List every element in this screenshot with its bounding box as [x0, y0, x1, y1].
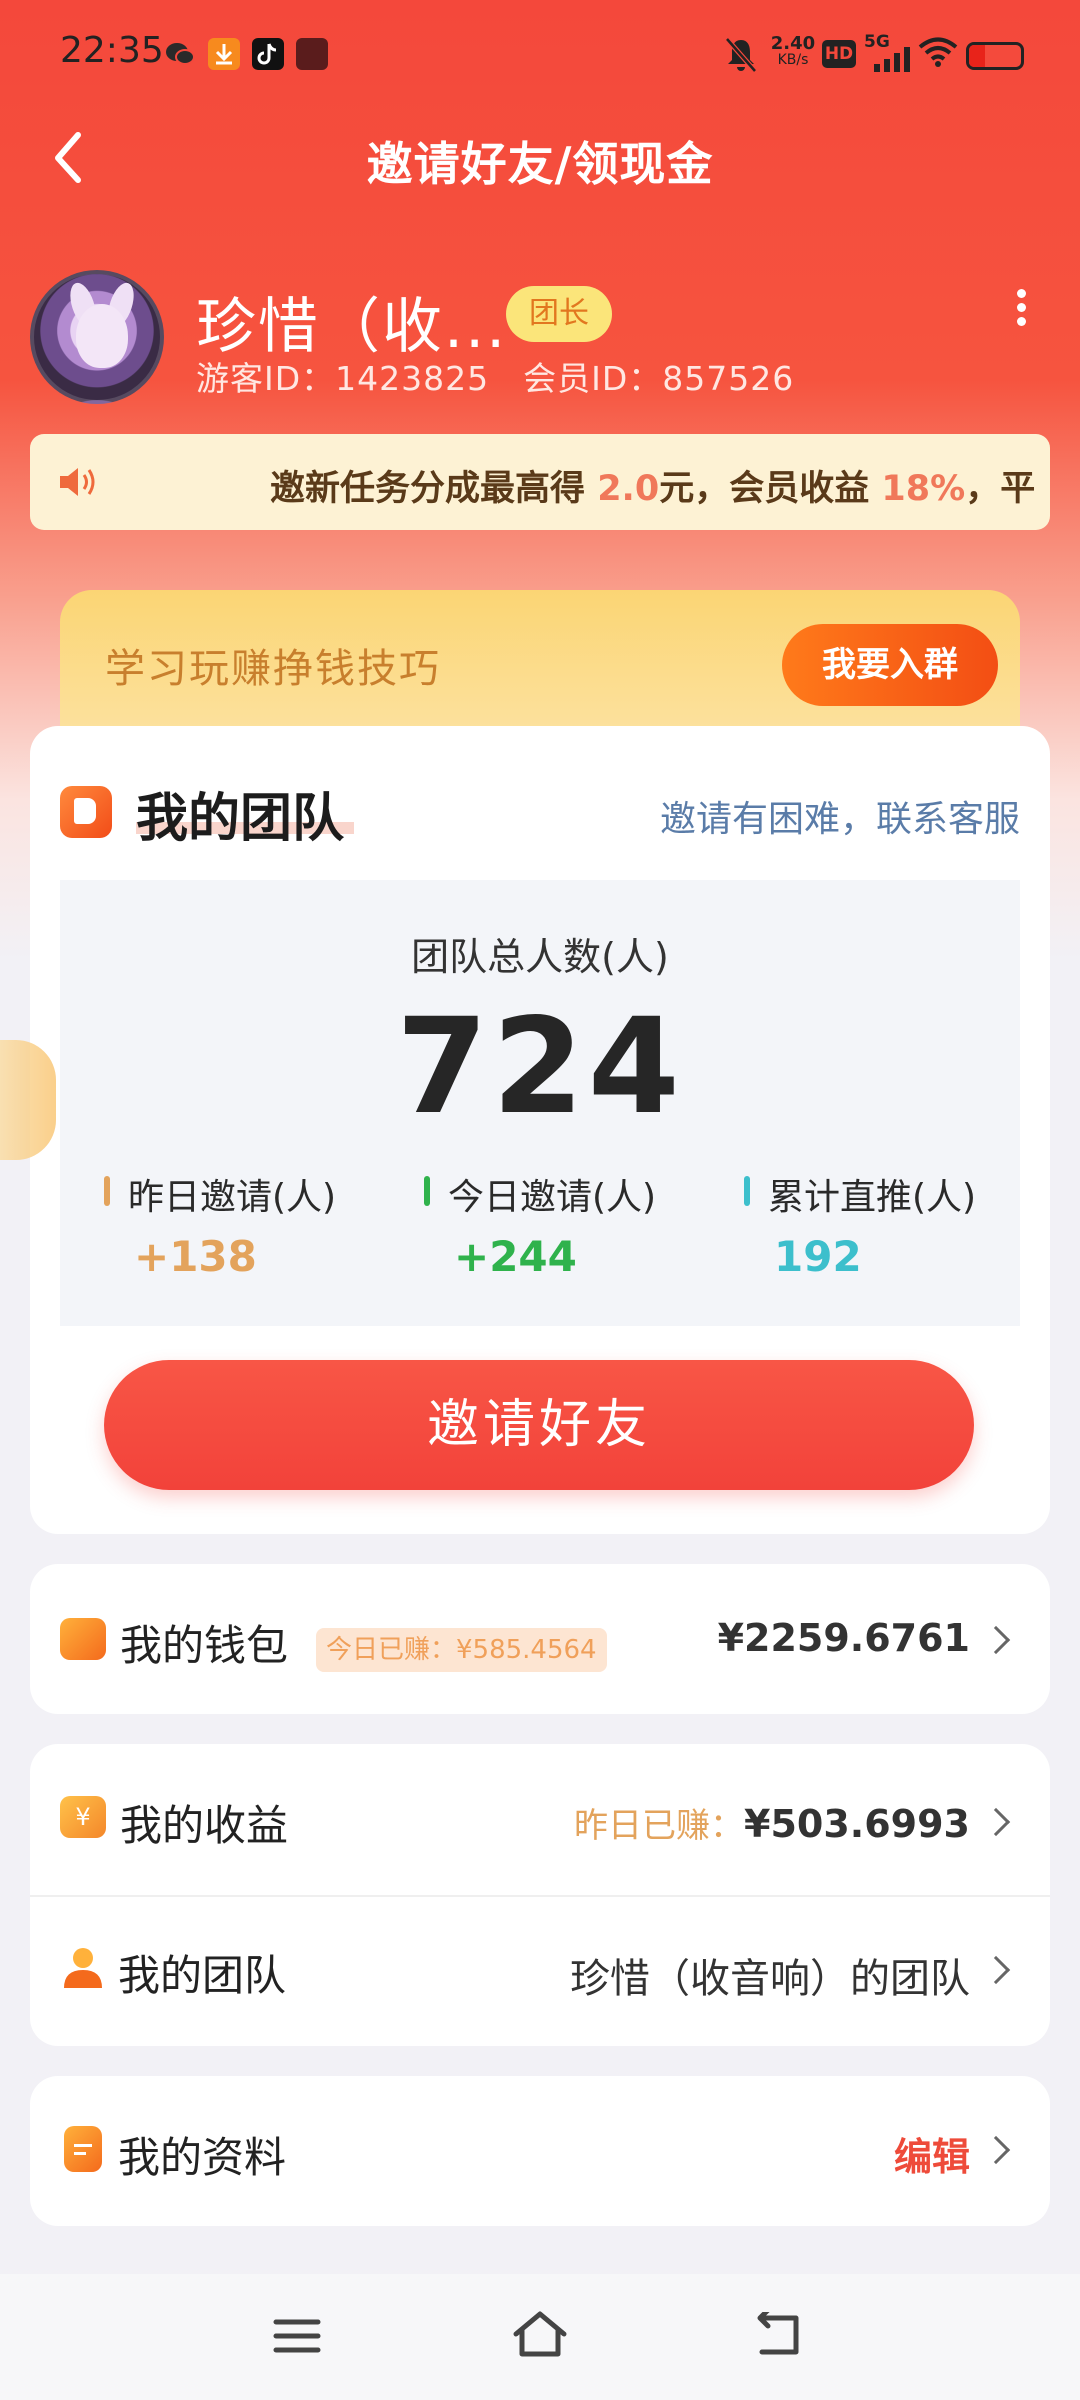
- status-bar: 22:35 2.40 KB/s HD 5G: [0, 0, 1080, 110]
- edit-profile-link[interactable]: 编辑: [780, 2126, 970, 2181]
- earnings-label: 我的收益: [120, 1801, 289, 1850]
- profile-label: 我的资料: [118, 2133, 287, 2182]
- stat-label-today: 今日邀请(人): [448, 1177, 657, 1218]
- back-icon[interactable]: [752, 2307, 804, 2364]
- contact-support-link[interactable]: 邀请有困难，联系客服: [660, 790, 1020, 842]
- learn-banner-text: 学习玩赚挣钱技巧: [105, 646, 441, 692]
- notice-text-b: 元，会员收益: [659, 469, 870, 509]
- avatar[interactable]: [30, 270, 164, 404]
- earnings-prefix: 昨日已赚：: [574, 1806, 745, 1846]
- menu-icon[interactable]: [272, 2316, 322, 2360]
- notice-text-c: ，平: [965, 469, 1036, 509]
- join-group-button[interactable]: 我要入群: [782, 624, 998, 706]
- wallet-label: 我的钱包: [120, 1621, 289, 1670]
- battery-icon: [966, 42, 1024, 70]
- user-ids: 游客ID：1423825 会员ID：857526: [196, 352, 828, 400]
- member-id: 会员ID：857526: [523, 359, 795, 398]
- download-icon: [208, 38, 240, 70]
- stat-bar-yesterday: [104, 1176, 110, 1206]
- stat-value-yesterday: +138: [134, 1232, 257, 1281]
- net-speed-value: 2.40: [770, 33, 816, 54]
- system-nav-bar: [0, 2274, 1080, 2400]
- stat-value-today: +244: [454, 1232, 577, 1281]
- role-badge: 团长: [506, 286, 612, 342]
- profile-doc-icon: [64, 2126, 102, 2172]
- earnings-amount: ¥503.6993: [744, 1802, 970, 1846]
- wifi-icon: [918, 36, 958, 72]
- wechat-icon: [164, 38, 196, 70]
- wallet-icon: [60, 1618, 106, 1660]
- team-person-icon: [60, 1944, 106, 1988]
- home-icon[interactable]: [510, 2308, 570, 2364]
- status-time: 22:35: [60, 30, 164, 71]
- team-total-label: 团队总人数(人): [411, 935, 669, 979]
- notice-value-a: 2.0: [597, 469, 660, 509]
- my-team-value: 珍惜（收音响）的团队: [570, 1956, 970, 2002]
- notice-bar[interactable]: 邀新任务分成最高得 2.0元，会员收益 18%，平: [30, 434, 1050, 530]
- app-icon: [296, 38, 328, 70]
- notice-text-a: 邀新任务分成最高得: [270, 469, 586, 509]
- net-speed-unit: KB/s: [777, 52, 809, 68]
- page-title: 邀请好友/领现金: [366, 137, 714, 191]
- team-title: 我的团队: [136, 789, 345, 849]
- stat-label-total: 累计直推(人): [768, 1177, 977, 1218]
- tiktok-icon: [252, 38, 284, 70]
- notice-text: 邀新任务分成最高得 2.0元，会员收益 18%，平: [270, 460, 1035, 511]
- stat-value-total: 192: [774, 1232, 862, 1281]
- invite-friends-button[interactable]: 邀请好友: [104, 1360, 974, 1490]
- mute-icon: [724, 36, 758, 80]
- team-total-value: 724: [396, 990, 684, 1144]
- visitor-id: 游客ID：1423825: [196, 359, 490, 398]
- my-team-label: 我的团队: [118, 1951, 287, 2000]
- notice-value-b: 18%: [881, 469, 966, 509]
- signal-icon: 5G: [864, 32, 912, 72]
- wallet-amount: ¥2259.6761: [717, 1616, 970, 1660]
- stat-bar-today: [424, 1176, 430, 1206]
- stat-label-yesterday: 昨日邀请(人): [128, 1177, 337, 1218]
- team-flag-icon: [60, 786, 112, 838]
- more-vertical-icon[interactable]: [1006, 286, 1036, 336]
- earnings-amount-row: 昨日已赚：¥503.6993: [500, 1798, 970, 1847]
- today-earned-badge: 今日已赚：¥585.4564: [316, 1628, 607, 1672]
- floating-reward-tab[interactable]: [0, 1040, 56, 1160]
- stat-bar-total: [744, 1176, 750, 1206]
- hd-badge: HD: [822, 40, 856, 68]
- net-speed: 2.40 KB/s: [768, 33, 818, 69]
- speaker-icon: [56, 464, 100, 500]
- earnings-yuan-icon: ¥: [60, 1796, 106, 1838]
